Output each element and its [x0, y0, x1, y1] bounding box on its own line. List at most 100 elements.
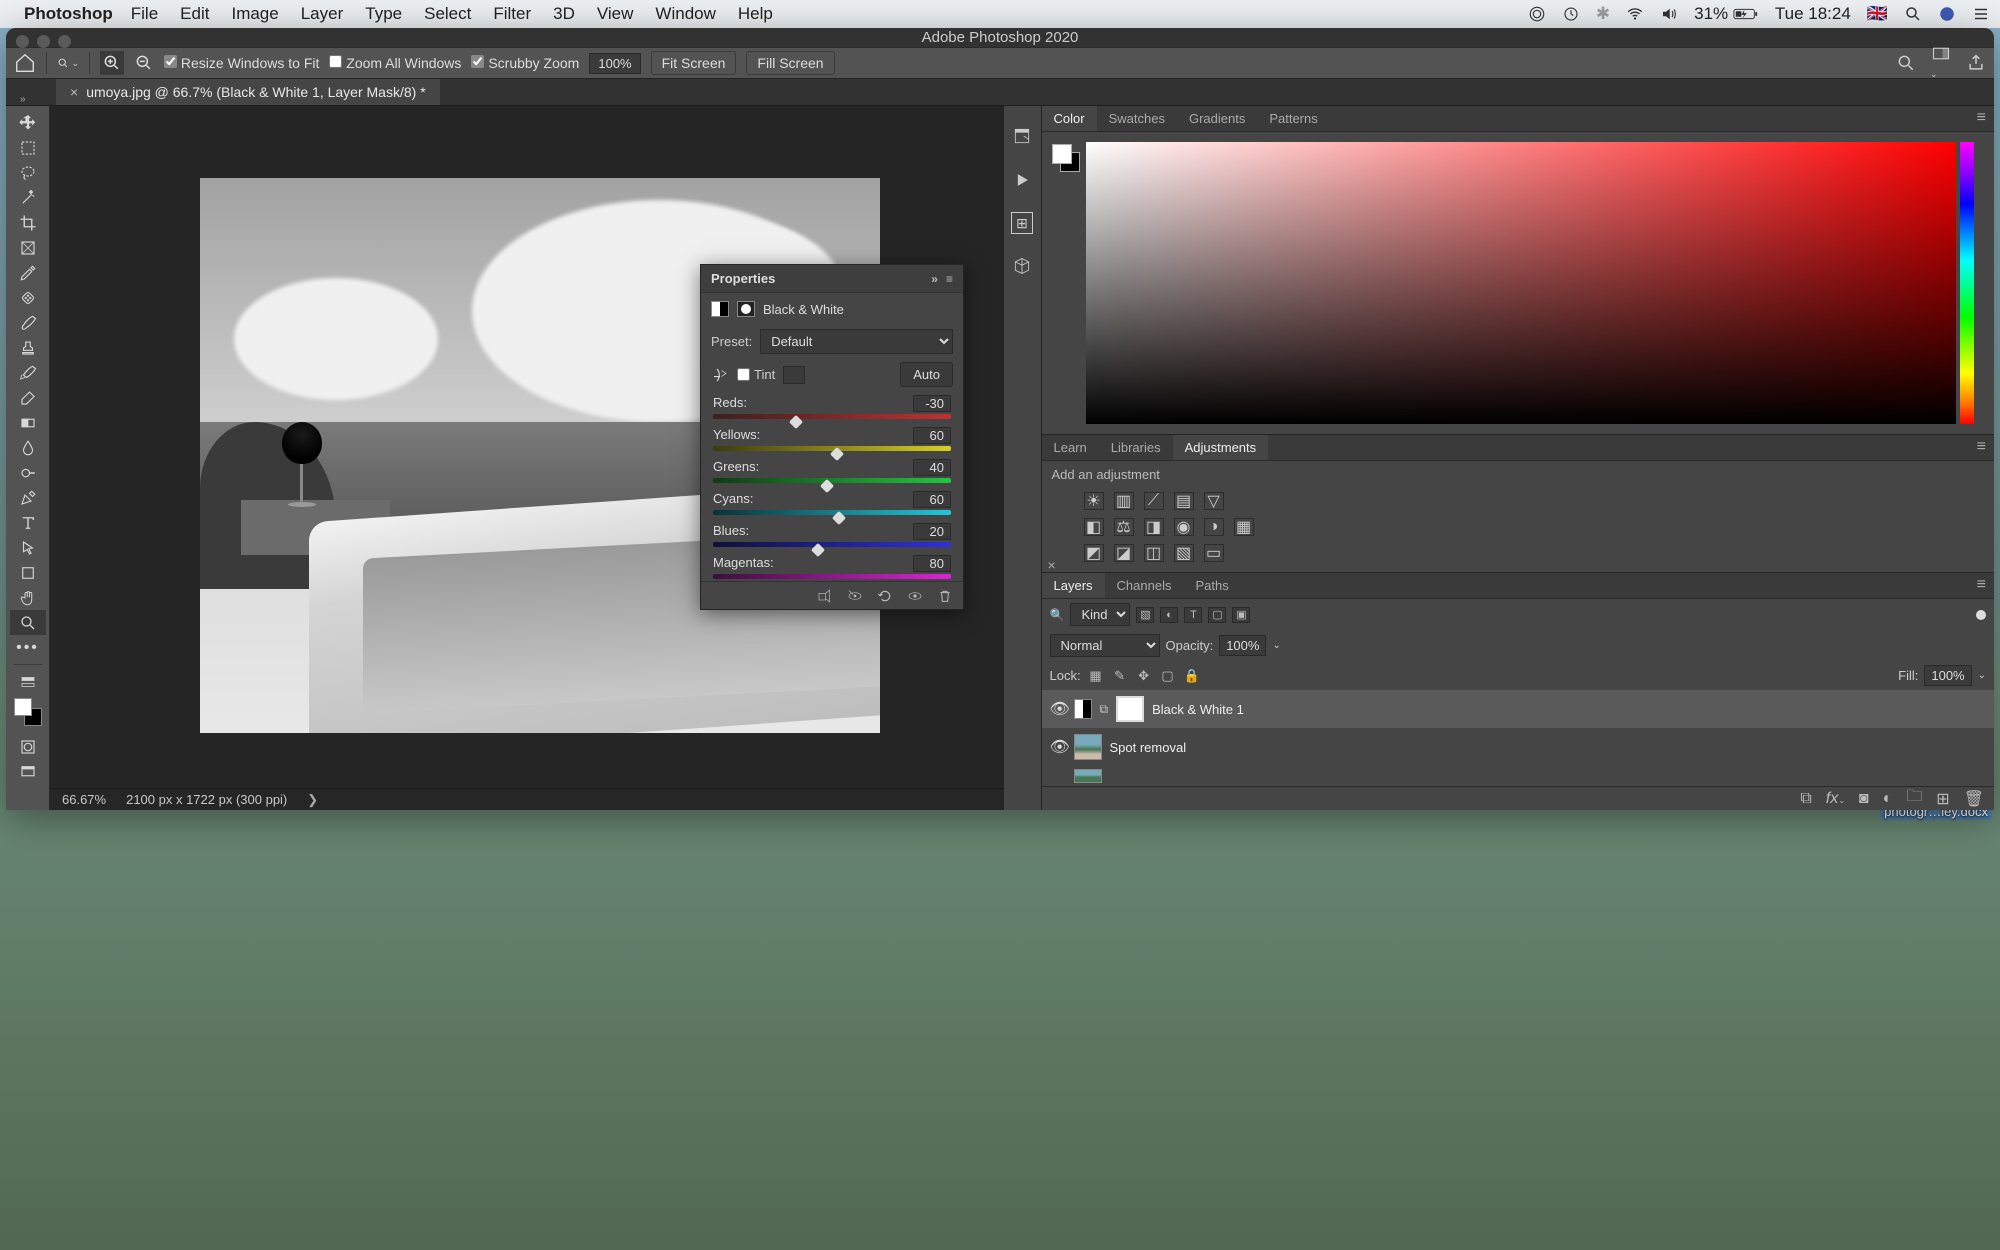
- filter-shape-icon[interactable]: ▢: [1208, 607, 1226, 623]
- photo-filter-icon[interactable]: ◉: [1174, 518, 1194, 536]
- gradient-map-icon[interactable]: ▭: [1204, 544, 1224, 562]
- expand-tabs-icon[interactable]: »: [20, 94, 26, 105]
- panel-menu-icon[interactable]: ≡: [1969, 434, 1994, 460]
- hsl-icon[interactable]: ◧: [1084, 518, 1104, 536]
- filter-pixel-icon[interactable]: ▧: [1136, 607, 1154, 623]
- type-tool-icon[interactable]: [10, 510, 46, 535]
- targeted-adjustment-icon[interactable]: [711, 366, 729, 384]
- slider-blues[interactable]: Blues:20: [701, 519, 963, 551]
- tint-color-swatch[interactable]: [783, 366, 805, 384]
- spotlight-icon[interactable]: [1904, 5, 1922, 23]
- vibrance-icon[interactable]: ▽: [1204, 492, 1224, 510]
- dodge-tool-icon[interactable]: [10, 460, 46, 485]
- history-panel-icon[interactable]: [1010, 124, 1034, 148]
- brush-tool-icon[interactable]: [10, 310, 46, 335]
- slider-greens[interactable]: Greens:40: [701, 455, 963, 487]
- battery-status[interactable]: 31%: [1694, 4, 1759, 24]
- layer-row[interactable]: 👁 ⧉ Black & White 1: [1042, 690, 1995, 728]
- fill-value[interactable]: 100%: [1924, 665, 1971, 686]
- color-fgbg-swatch[interactable]: [1052, 144, 1080, 172]
- new-adjustment-icon[interactable]: ◐: [1883, 790, 1893, 808]
- notification-center-icon[interactable]: [1972, 5, 1990, 23]
- foreground-background-swatch[interactable]: [14, 698, 42, 726]
- frame-tool-icon[interactable]: [10, 235, 46, 260]
- search-icon[interactable]: [1896, 53, 1916, 73]
- zoom-value-field[interactable]: 100%: [589, 53, 640, 74]
- slider-reds[interactable]: Reds:-30: [701, 391, 963, 423]
- panel-menu-icon[interactable]: ≡: [1969, 105, 1994, 131]
- view-previous-icon[interactable]: [847, 588, 863, 604]
- filter-toggle-icon[interactable]: [1976, 610, 1986, 620]
- exposure-icon[interactable]: ▤: [1174, 492, 1194, 510]
- fill-screen-button[interactable]: Fill Screen: [746, 51, 834, 75]
- clip-to-layer-icon[interactable]: [817, 588, 833, 604]
- actions-panel-icon[interactable]: [1010, 168, 1034, 192]
- menu-edit[interactable]: Edit: [180, 4, 209, 24]
- add-mask-icon[interactable]: ◙: [1859, 790, 1869, 808]
- maximize-window-icon[interactable]: [58, 35, 71, 48]
- menu-image[interactable]: Image: [231, 4, 278, 24]
- posterize-icon[interactable]: ◪: [1114, 544, 1134, 562]
- layer-filter-kind[interactable]: Kind: [1070, 603, 1130, 626]
- eyedropper-tool-icon[interactable]: [10, 260, 46, 285]
- layer-visibility-icon[interactable]: 👁: [1050, 699, 1066, 719]
- panel-menu-icon[interactable]: ≡: [1969, 572, 1994, 598]
- tab-adjustments[interactable]: Adjustments: [1173, 435, 1269, 460]
- fx-icon[interactable]: fx⌄: [1826, 790, 1845, 808]
- slider-magentas[interactable]: Magentas:80: [701, 551, 963, 581]
- tint-checkbox[interactable]: Tint: [737, 367, 775, 382]
- invert-icon[interactable]: ◩: [1084, 544, 1104, 562]
- app-name[interactable]: Photoshop: [24, 4, 113, 24]
- bluetooth-icon[interactable]: ✱: [1596, 4, 1610, 24]
- adjustment-type-icon[interactable]: [711, 301, 729, 317]
- 3d-panel-icon[interactable]: [1010, 254, 1034, 278]
- pen-tool-icon[interactable]: [10, 485, 46, 510]
- delete-layer-icon[interactable]: 🗑: [1964, 789, 1984, 809]
- reset-icon[interactable]: [877, 588, 893, 604]
- timemachine-icon[interactable]: [1562, 5, 1580, 23]
- close-tab-icon[interactable]: ×: [70, 84, 78, 100]
- lock-all-icon[interactable]: 🔒: [1183, 668, 1201, 684]
- wand-tool-icon[interactable]: [10, 185, 46, 210]
- shape-tool-icon[interactable]: [10, 560, 46, 585]
- color-picker-field[interactable]: [1086, 142, 1957, 424]
- status-dimensions[interactable]: 2100 px x 1722 px (300 ppi): [126, 792, 287, 807]
- tab-swatches[interactable]: Swatches: [1097, 106, 1177, 131]
- tab-paths[interactable]: Paths: [1183, 573, 1240, 598]
- more-tools-icon[interactable]: •••: [10, 635, 46, 660]
- filter-type-icon[interactable]: T: [1184, 607, 1202, 623]
- zoom-in-icon[interactable]: [100, 51, 124, 75]
- slider-cyans[interactable]: Cyans:60: [701, 487, 963, 519]
- selective-color-icon[interactable]: ▧: [1174, 544, 1194, 562]
- quick-mask-icon[interactable]: [10, 734, 46, 759]
- clock[interactable]: Tue 18:24: [1775, 4, 1851, 24]
- lasso-tool-icon[interactable]: [10, 160, 46, 185]
- tab-learn[interactable]: Learn: [1042, 435, 1099, 460]
- minimize-window-icon[interactable]: [37, 35, 50, 48]
- color-balance-icon[interactable]: ⚖: [1114, 518, 1134, 536]
- menu-filter[interactable]: Filter: [493, 4, 531, 24]
- tab-color[interactable]: Color: [1042, 106, 1097, 131]
- channel-mixer-icon[interactable]: ◑: [1204, 518, 1224, 536]
- move-tool-icon[interactable]: [10, 110, 46, 135]
- levels-icon[interactable]: ▥: [1114, 492, 1134, 510]
- menu-type[interactable]: Type: [365, 4, 402, 24]
- black-white-icon[interactable]: ◨: [1144, 518, 1164, 536]
- mask-link-icon[interactable]: ⧉: [1100, 702, 1109, 717]
- zoom-all-windows-checkbox[interactable]: Zoom All Windows: [329, 55, 461, 71]
- healing-tool-icon[interactable]: [10, 285, 46, 310]
- layer-name[interactable]: Spot removal: [1110, 740, 1187, 755]
- layer-row[interactable]: 👁 Spot removal: [1042, 728, 1995, 766]
- close-window-icon[interactable]: [16, 35, 29, 48]
- new-group-icon[interactable]: 🗀: [1906, 785, 1922, 810]
- crop-tool-icon[interactable]: [10, 210, 46, 235]
- menu-view[interactable]: View: [597, 4, 634, 24]
- tab-channels[interactable]: Channels: [1105, 573, 1184, 598]
- new-layer-icon[interactable]: ⊞: [1936, 789, 1949, 809]
- visibility-icon[interactable]: [907, 588, 923, 604]
- preset-select[interactable]: Default: [760, 329, 953, 354]
- menu-select[interactable]: Select: [424, 4, 471, 24]
- history-brush-tool-icon[interactable]: [10, 360, 46, 385]
- menu-3d[interactable]: 3D: [553, 4, 575, 24]
- tab-libraries[interactable]: Libraries: [1099, 435, 1173, 460]
